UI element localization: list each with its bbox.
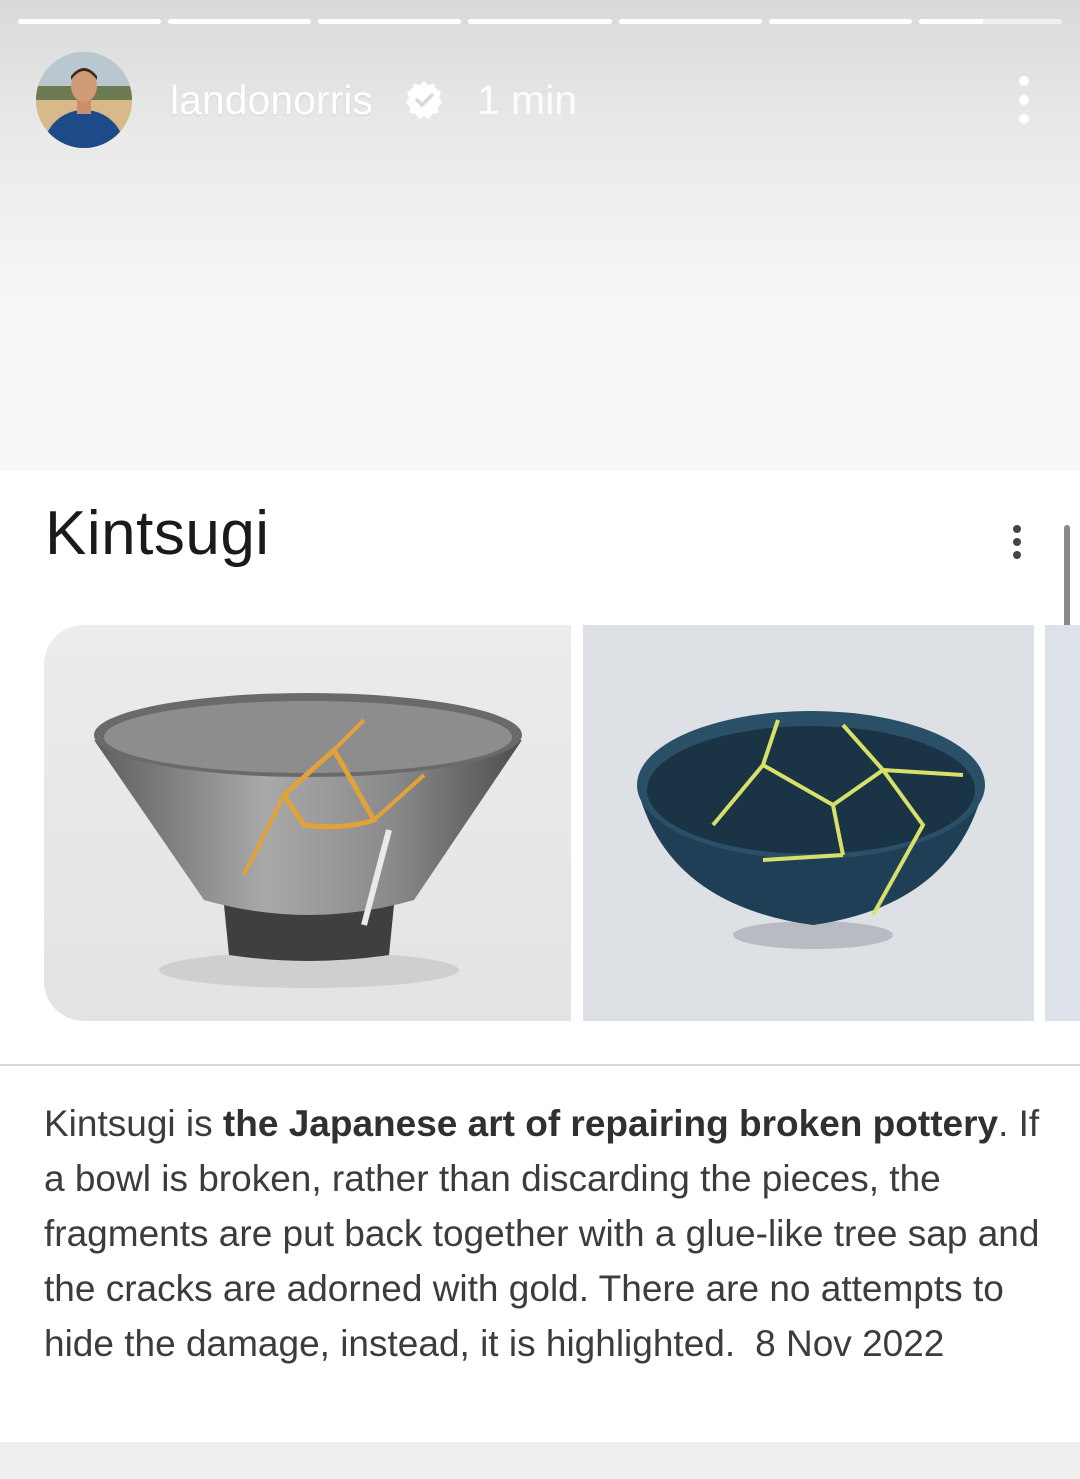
search-result-card: Kintsugi Kintsugi is the Japanese art of…: [0, 470, 1080, 1442]
card-title: Kintsugi: [45, 499, 270, 568]
more-options-icon[interactable]: [1004, 70, 1044, 130]
blue-bowl-image[interactable]: [583, 625, 1034, 1021]
bottom-strip: [0, 1442, 1080, 1479]
progress-segment: [468, 19, 612, 24]
desc-text-1: Kintsugi is: [44, 1103, 223, 1144]
card-more-icon[interactable]: [1004, 522, 1030, 562]
story-time: 1 min: [476, 76, 578, 123]
desc-bold-1: the Japanese art of repairing broken: [222, 1103, 863, 1144]
image-carousel[interactable]: [44, 625, 1080, 1021]
divider: [0, 1064, 1080, 1066]
next-image-preview[interactable]: [1045, 625, 1080, 1021]
story-header: landonorris 1 min: [36, 52, 1044, 148]
username[interactable]: landonorris: [170, 77, 373, 124]
description: Kintsugi is the Japanese art of repairin…: [44, 1096, 1044, 1371]
description-date: 8 Nov 2022: [755, 1323, 945, 1364]
progress-segment: [168, 19, 312, 24]
progress-segment: [618, 19, 762, 24]
desc-bold-2: pottery: [872, 1103, 999, 1144]
gray-bowl-image[interactable]: [44, 625, 571, 1021]
progress-segment: [318, 19, 462, 24]
progress-segment: [768, 19, 912, 24]
verified-badge-icon: [403, 79, 445, 121]
progress-segment: [918, 19, 1062, 24]
avatar[interactable]: [36, 52, 132, 148]
progress-segment: [18, 19, 162, 24]
story-progress-bar: [18, 19, 1062, 24]
